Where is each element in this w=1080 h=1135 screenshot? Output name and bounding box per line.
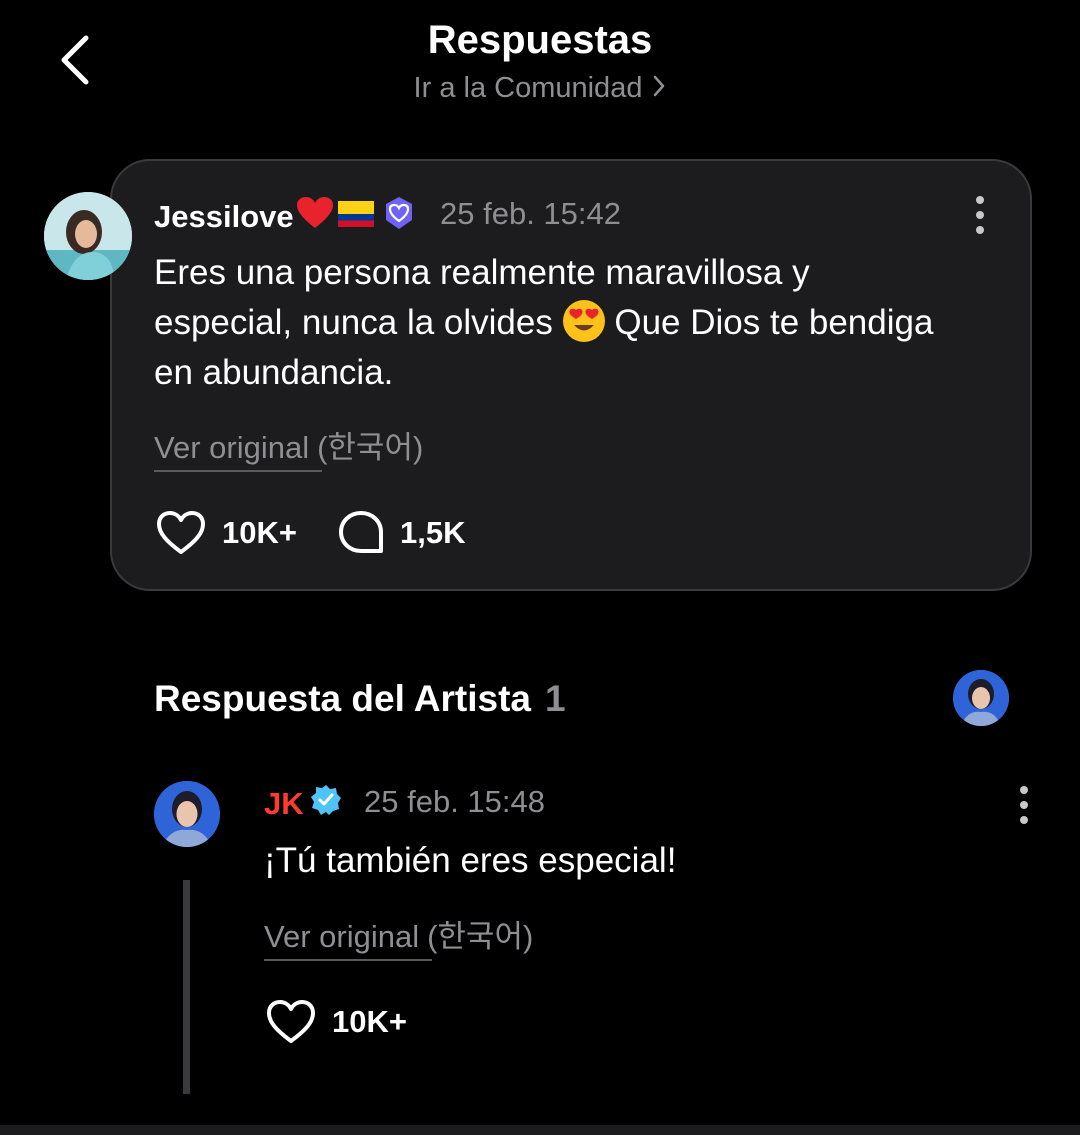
bottom-divider (0, 1125, 1080, 1135)
colombia-flag-icon (337, 199, 374, 235)
thread-line (183, 880, 190, 1094)
dot (1020, 786, 1028, 794)
view-original-link[interactable]: Ver original (한국어) (154, 422, 423, 467)
post-text-line: en abundancia. (154, 353, 394, 392)
verified-heart-badge-icon (382, 196, 416, 238)
view-original-label: Ver original (264, 919, 420, 954)
reply-like-button[interactable]: 10K+ (266, 999, 407, 1045)
artist-reply-section-title: Respuesta del Artista 1 (154, 678, 566, 720)
artist-name[interactable]: JK (264, 784, 342, 824)
artist-reply-count: 1 (544, 678, 566, 719)
original-language-label: (한국어) (427, 919, 534, 954)
artist-name-label: JK (264, 786, 304, 821)
post-like-button[interactable]: 10K+ (156, 510, 297, 556)
dot (976, 211, 984, 219)
post-text-line: Eres una persona realmente maravillosa y (154, 253, 810, 292)
heart-emoji-icon (296, 196, 334, 238)
post-like-count: 10K+ (222, 515, 297, 550)
heart-eyes-emoji-icon (562, 300, 605, 342)
view-original-underline (154, 470, 322, 472)
dot (976, 226, 984, 234)
reply-timestamp: 25 feb. 15:48 (364, 784, 545, 819)
comment-bubble-icon (339, 511, 383, 553)
post-timestamp: 25 feb. 15:42 (440, 196, 621, 231)
reply-more-options-button[interactable] (1014, 786, 1034, 830)
artist-avatar-small[interactable] (953, 670, 1009, 726)
dot (1020, 801, 1028, 809)
dot (976, 196, 984, 204)
heart-outline-icon (267, 1000, 315, 1043)
post-body: Eres una persona realmente maravillosa y… (154, 248, 1004, 398)
post-more-options-button[interactable] (970, 196, 990, 240)
artist-reply-title-label: Respuesta del Artista (154, 678, 531, 719)
reply-view-original-link[interactable]: Ver original (한국어) (264, 911, 533, 956)
reply-like-count: 10K+ (332, 1004, 407, 1039)
original-language-label: (한국어) (317, 430, 424, 465)
go-to-community-link[interactable]: Ir a la Comunidad (0, 72, 1080, 106)
post-author-avatar[interactable] (44, 192, 132, 280)
post-author-name[interactable]: Jessilove (154, 196, 416, 238)
verified-check-icon (310, 784, 342, 824)
chevron-right-icon (652, 73, 666, 106)
post-author-label: Jessilove (154, 199, 294, 234)
view-original-label: Ver original (154, 430, 310, 465)
heart-outline-icon (157, 511, 205, 554)
community-link-label: Ir a la Comunidad (413, 72, 643, 104)
page-title: Respuestas (427, 18, 653, 62)
reply-body: ¡Tú también eres especial! (264, 841, 677, 880)
artist-avatar[interactable] (154, 781, 220, 847)
post-comment-count: 1,5K (400, 515, 466, 550)
view-original-underline (264, 959, 432, 961)
dot (1020, 816, 1028, 824)
post-text-line: especial, nunca la olvides Que Dios te b… (154, 298, 1004, 348)
post-comment-button[interactable]: 1,5K (338, 510, 465, 556)
post-text-segment: especial, nunca la olvides (154, 303, 553, 342)
post-text-segment: Que Dios te bendiga (614, 303, 934, 342)
